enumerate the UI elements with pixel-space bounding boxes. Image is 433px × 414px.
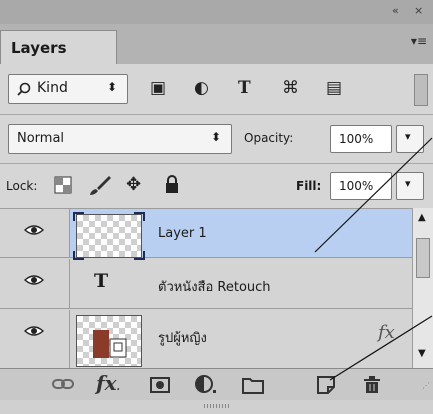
- lock-position-icon[interactable]: ✥: [126, 174, 141, 195]
- lock-transparent-pixels-icon[interactable]: [54, 176, 72, 194]
- layer-name[interactable]: Layer 1: [158, 226, 207, 241]
- layer-thumbnail[interactable]: [76, 315, 142, 367]
- filter-row: Kind ⬍ ▣ ◐ T ⌘ ▤: [0, 64, 433, 114]
- type-layer-icon: T: [94, 270, 109, 292]
- blend-mode-value: Normal: [17, 131, 65, 146]
- filter-kind-label: Kind: [37, 80, 68, 96]
- layers-bottom-toolbar: fx. ⋰: [0, 368, 433, 400]
- fill-input[interactable]: 100%: [330, 172, 392, 200]
- fill-dropdown-button[interactable]: ▾: [396, 172, 424, 200]
- lock-all-icon[interactable]: [164, 174, 180, 194]
- visibility-cell: [0, 209, 70, 257]
- smart-object-filter-icon[interactable]: ▤: [326, 78, 342, 98]
- opacity-dropdown-button[interactable]: ▾: [396, 125, 424, 153]
- visibility-cell: [0, 310, 70, 368]
- smart-object-badge-icon: [109, 338, 127, 358]
- resize-grip-icon[interactable]: ⋰: [422, 381, 430, 390]
- adjustment-layer-icon[interactable]: [194, 375, 218, 395]
- lock-row: Lock: ✥ Fill: 100% ▾: [0, 164, 433, 208]
- close-panel-icon[interactable]: ×: [414, 4, 423, 17]
- panel-tabbar: Layers ▾≡: [0, 24, 433, 64]
- fill-value: 100%: [339, 179, 374, 193]
- eye-icon[interactable]: [24, 274, 44, 286]
- chevron-updown-icon: ⬍: [211, 130, 222, 144]
- layer-row-text[interactable]: T ตัวหนังสือ Retouch: [0, 259, 412, 309]
- add-mask-icon[interactable]: [150, 377, 170, 393]
- chevron-updown-icon: ⬍: [107, 80, 118, 94]
- layer-name[interactable]: ตัวหนังสือ Retouch: [158, 276, 271, 297]
- divider: [0, 114, 433, 115]
- panel-resize-grip[interactable]: [0, 400, 433, 414]
- new-group-icon[interactable]: [242, 376, 264, 394]
- opacity-label: Opacity:: [244, 131, 294, 145]
- grip-dots: [204, 404, 230, 408]
- type-filter-icon[interactable]: T: [238, 78, 251, 98]
- eye-icon[interactable]: [24, 325, 44, 337]
- layer-row-smart-object[interactable]: รูปผู้หญิง fx: [0, 310, 412, 368]
- visibility-cell: [0, 259, 70, 308]
- layer-name[interactable]: รูปผู้หญิง: [158, 327, 207, 348]
- photo-preview: [93, 330, 109, 358]
- lock-label: Lock:: [6, 179, 38, 193]
- fill-label: Fill:: [296, 179, 322, 193]
- opacity-input[interactable]: 100%: [330, 125, 392, 153]
- trash-icon[interactable]: [362, 375, 382, 395]
- search-icon: [17, 82, 31, 96]
- shape-filter-icon[interactable]: ⌘: [282, 78, 299, 98]
- thumbnail-selection-corners: [73, 212, 145, 260]
- adjustment-filter-icon[interactable]: ◐: [194, 78, 209, 98]
- layers-scrollbar[interactable]: ▲ ▼: [412, 208, 433, 368]
- eye-icon[interactable]: [24, 224, 44, 236]
- blend-mode-select[interactable]: Normal ⬍: [8, 124, 232, 154]
- fx-icon[interactable]: fx.: [96, 371, 120, 395]
- link-layers-icon[interactable]: [52, 377, 74, 391]
- scroll-up-icon[interactable]: ▲: [418, 212, 426, 223]
- scrollbar-thumb[interactable]: [416, 238, 430, 278]
- panel-titlebar: « ×: [0, 0, 433, 24]
- chevron-down-icon: ▾: [405, 177, 411, 190]
- new-layer-icon[interactable]: [316, 375, 336, 395]
- blend-row: Normal ⬍ Opacity: 100% ▾: [0, 116, 433, 162]
- tab-layers[interactable]: Layers: [0, 30, 117, 64]
- filter-kind-select[interactable]: Kind ⬍: [8, 74, 128, 104]
- layers-list: Layer 1 T ตัวหนังสือ Retouch รูปผู้หญิง …: [0, 208, 412, 368]
- scroll-down-icon[interactable]: ▼: [418, 348, 426, 359]
- image-filter-icon[interactable]: ▣: [150, 78, 166, 98]
- filter-toggle-switch[interactable]: [414, 74, 428, 106]
- fx-icon[interactable]: fx: [378, 322, 395, 343]
- lock-image-pixels-icon[interactable]: [88, 174, 112, 196]
- collapse-panel-icon[interactable]: «: [392, 4, 399, 17]
- chevron-down-icon: ▾: [405, 130, 411, 143]
- layer-row-layer-1[interactable]: Layer 1: [0, 208, 412, 260]
- opacity-value: 100%: [339, 132, 374, 146]
- panel-menu-icon[interactable]: ▾≡: [411, 34, 427, 48]
